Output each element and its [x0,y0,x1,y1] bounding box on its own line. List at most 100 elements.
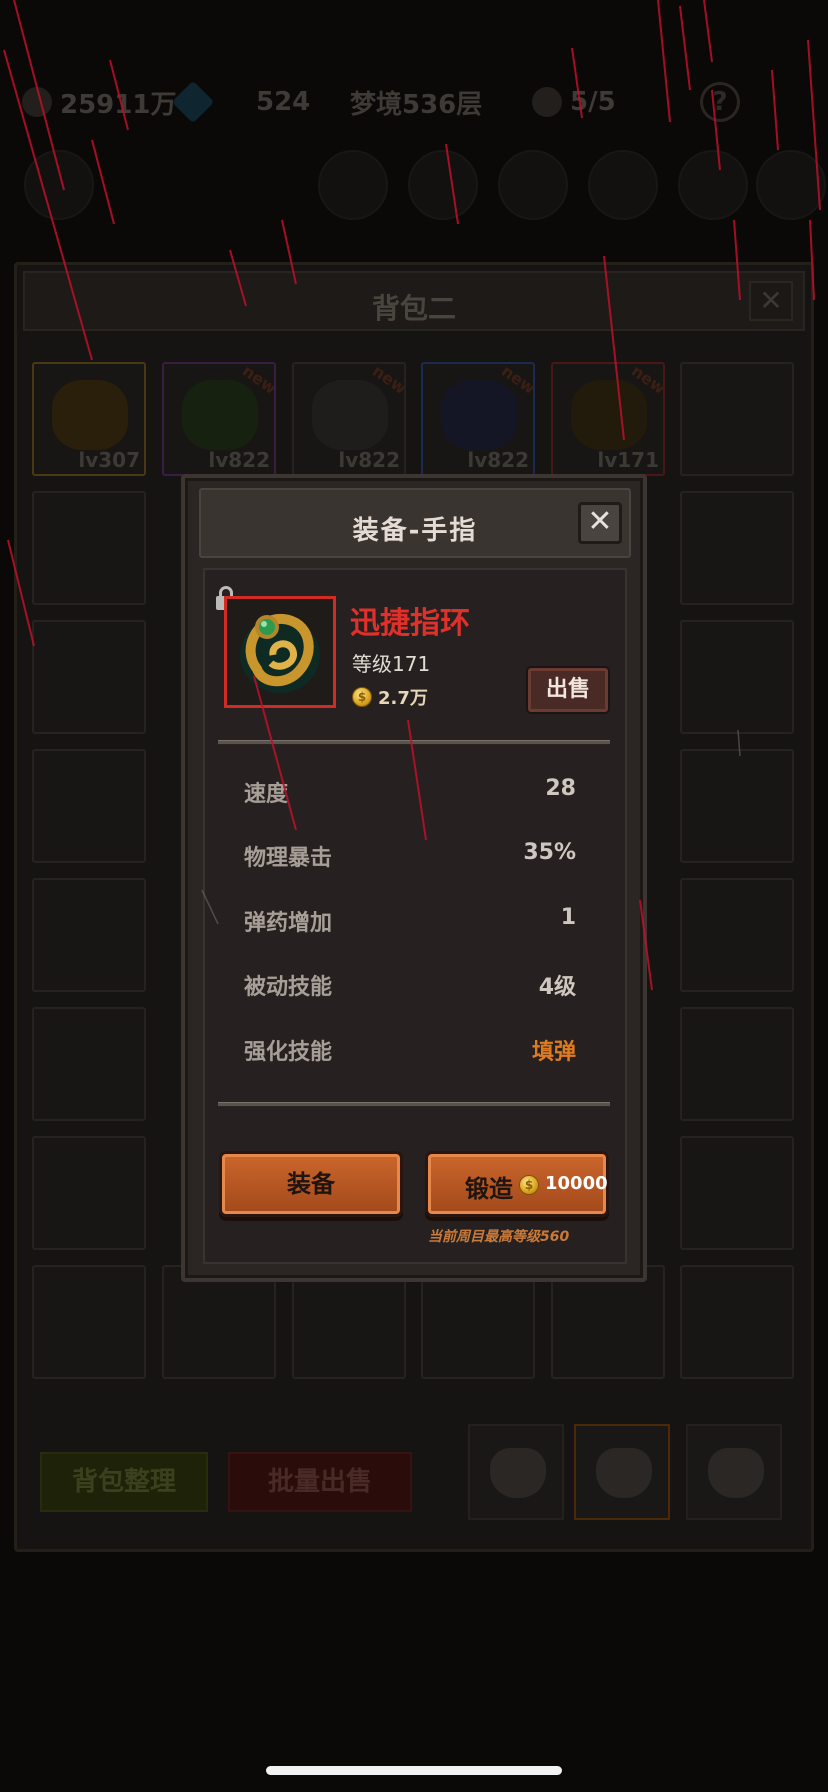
forge-max-level-note: 当前周目最高等级560 [428,1229,570,1245]
bag-slot-empty[interactable] [32,1007,146,1121]
item-name: 迅捷指环 [350,606,470,641]
ring-icon [571,380,647,450]
bag-slot-empty[interactable] [680,491,794,605]
bag-tab-3[interactable] [686,1424,782,1520]
item-price: 2.7万 [352,684,428,710]
stat-row: 弹药增加 1 [244,905,576,936]
help-button[interactable]: ? [700,82,740,122]
backpack-icon [490,1448,546,1498]
bag-slot-empty[interactable] [32,491,146,605]
bag-tab-2[interactable] [574,1424,670,1520]
home-indicator[interactable] [266,1766,562,1775]
bag-slot-item[interactable]: new lv822 [421,362,535,476]
bag-slot-item[interactable]: new lv822 [292,362,406,476]
stat-label: 被动技能 [244,975,333,1000]
resource-bar: 25911万 524 梦境536层 5/5 ? [0,70,828,134]
helmet-icon [312,380,388,450]
forge-button[interactable]: 锻造 10000 [428,1154,608,1214]
bag-slot-empty[interactable] [680,620,794,734]
amulet-icon [52,380,128,450]
gold-amount: 25911万 [60,89,177,120]
item-level: lv822 [467,448,529,472]
stat-label: 速度 [244,782,289,807]
bulk-sell-button[interactable]: 批量出售 [228,1452,412,1512]
stat-label: 强化技能 [244,1040,333,1065]
stat-label: 物理暴击 [244,846,333,871]
item-level: lv822 [338,448,400,472]
gold-counter: 25911万 [22,84,176,121]
stat-value: 35% [523,840,576,865]
bag-slot-empty[interactable] [421,1265,535,1379]
gem-amount: 524 [256,87,311,117]
key-amount: 5/5 [570,87,616,117]
nav-gear-icon[interactable] [588,150,658,220]
equip-button[interactable]: 装备 [222,1154,400,1214]
bag-slot-empty[interactable] [32,620,146,734]
stat-row: 强化技能 填弹 [244,1034,576,1065]
nav-icon-row [0,150,828,230]
nav-sword-icon[interactable] [678,150,748,220]
bag-slot-empty[interactable] [680,1007,794,1121]
bag-slot-empty[interactable] [292,1265,406,1379]
stat-row: 物理暴击 35% [244,840,576,871]
forge-cost: 10000 [545,1173,608,1194]
bag-slot-empty[interactable] [680,1265,794,1379]
divider [218,1102,610,1107]
nav-helmet-icon[interactable] [498,150,568,220]
bag-sort-button[interactable]: 背包整理 [40,1452,208,1512]
stat-value: 28 [545,776,576,801]
bag-slot-empty[interactable] [32,878,146,992]
stat-value: 1 [560,905,576,930]
stat-row: 速度 28 [244,776,576,807]
gem-icon [171,80,215,124]
stat-value: 4级 [538,975,576,1000]
dream-floor: 梦境536层 [350,84,482,121]
dialog-header: 装备-手指 [199,488,631,558]
item-level: 等级171 [352,652,431,676]
forge-label: 锻造 [465,1175,513,1203]
stat-value-skill: 填弹 [531,1040,576,1065]
hat-icon [441,380,517,450]
key-icon [532,87,562,117]
bag-slot-empty[interactable] [32,1265,146,1379]
dream-floor-label: 梦境536层 [350,89,483,120]
bag-slot-item[interactable]: lv307 [32,362,146,476]
coin-icon [352,687,372,707]
bag-slot-empty[interactable] [551,1265,665,1379]
bag-slot-empty[interactable] [680,878,794,992]
bag-slot-empty[interactable] [32,749,146,863]
bag-slot-empty[interactable] [32,1136,146,1250]
stat-row: 被动技能 4级 [244,969,576,1000]
nav-avatar-icon[interactable] [24,150,94,220]
divider [218,740,610,745]
backpack-icon [708,1448,764,1498]
bag-slot-empty[interactable] [680,1136,794,1250]
coin-icon [519,1175,539,1195]
item-portrait [224,596,336,708]
dialog-close-button[interactable]: ✕ [578,502,622,544]
key-counter: 5/5 [532,87,616,117]
bag-slot-empty[interactable] [162,1265,276,1379]
bag-slot-empty[interactable] [680,749,794,863]
gold-coin-icon [22,87,52,117]
backpack-icon [596,1448,652,1498]
item-level: lv822 [208,448,270,472]
item-level: lv307 [78,448,140,472]
bag-slot-item[interactable]: new lv171 [551,362,665,476]
bag-header: 背包二 ✕ [23,271,805,331]
nav-weapon-icon[interactable] [408,150,478,220]
item-level: lv171 [597,448,659,472]
sell-button[interactable]: 出售 [528,668,608,712]
item-price-value: 2.7万 [378,688,428,709]
bag-slot-empty[interactable] [680,362,794,476]
bag-tab-1[interactable] [468,1424,564,1520]
dialog-title: 装备-手指 [352,516,478,546]
bag-slot-item[interactable]: new lv822 [162,362,276,476]
nav-armor-icon[interactable] [318,150,388,220]
bag-close-button[interactable]: ✕ [749,281,793,321]
nav-pet-icon[interactable] [756,150,826,220]
gun-icon [182,380,258,450]
gem-counter: 524 [171,80,311,124]
stat-label: 弹药增加 [244,911,333,936]
ring-icon [240,614,320,693]
